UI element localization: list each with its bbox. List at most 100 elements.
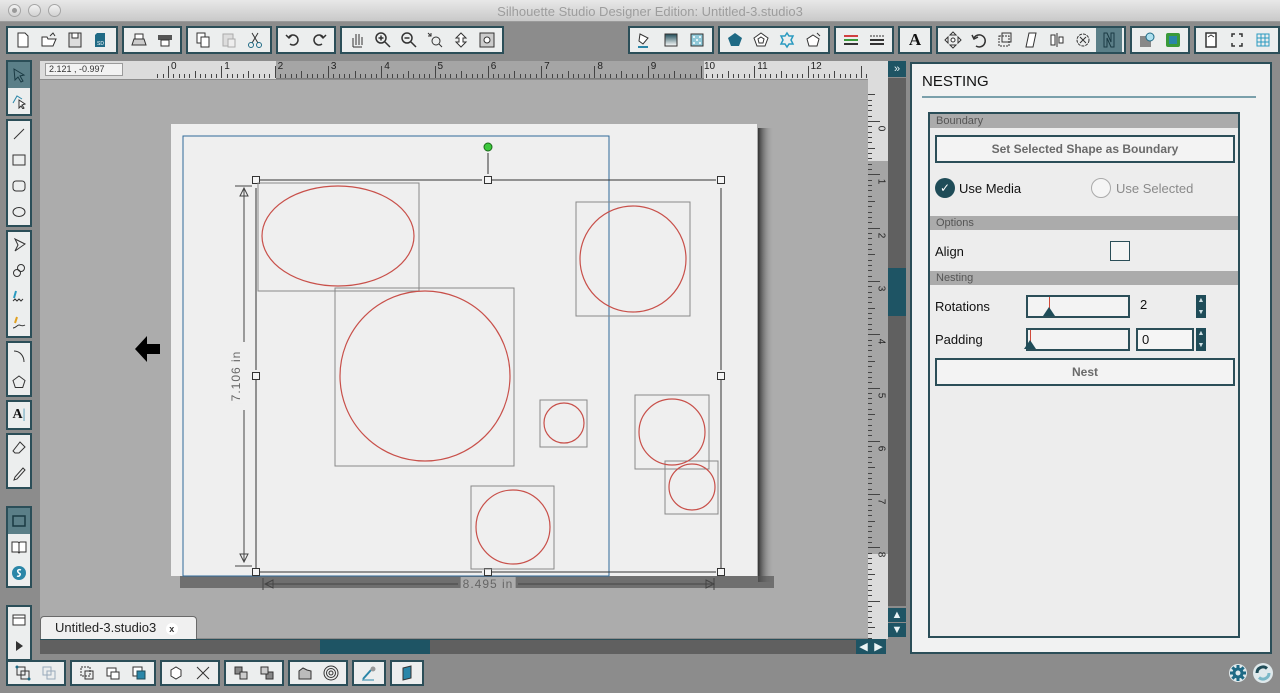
fill-gradient-icon[interactable]	[658, 28, 684, 52]
freehand-tool-icon[interactable]	[8, 284, 30, 310]
rotations-slider-thumb[interactable]	[1043, 307, 1055, 316]
scroll-right-button[interactable]: ▶	[871, 639, 886, 654]
set-boundary-button[interactable]: Set Selected Shape as Boundary	[935, 135, 1235, 163]
close-tab-icon[interactable]: x	[165, 623, 178, 635]
make-compound-icon[interactable]	[74, 661, 100, 685]
shape-style-icon[interactable]	[774, 28, 800, 52]
sync-icon[interactable]	[1252, 662, 1274, 684]
padding-stepper[interactable]: ▲ ▼	[1196, 328, 1206, 351]
line-tool-icon[interactable]	[8, 121, 30, 147]
rotations-slider[interactable]	[1026, 295, 1130, 318]
zoom-in-icon[interactable]	[370, 28, 396, 52]
horizontal-scroll-thumb[interactable]	[320, 640, 430, 654]
transform-icon[interactable]	[940, 28, 966, 52]
horizontal-scrollbar[interactable]	[40, 639, 856, 654]
vertical-scrollbar[interactable]	[888, 78, 906, 606]
replicate-icon[interactable]	[1070, 28, 1096, 52]
page-settings-icon[interactable]	[1198, 28, 1224, 52]
send-to-cutter-icon[interactable]	[152, 28, 178, 52]
resize-handle[interactable]	[484, 176, 492, 184]
fill-pattern-icon[interactable]	[684, 28, 710, 52]
fit-to-page-icon[interactable]	[474, 28, 500, 52]
rotations-field[interactable]: 2	[1136, 295, 1194, 318]
3d-object-icon[interactable]	[164, 661, 190, 685]
scroll-left-button[interactable]: ◀	[856, 639, 871, 654]
undo-icon[interactable]	[280, 28, 306, 52]
text-style-icon[interactable]: A	[902, 28, 928, 52]
padding-slider[interactable]	[1024, 328, 1130, 351]
zoom-out-icon[interactable]	[396, 28, 422, 52]
scale-icon[interactable]	[992, 28, 1018, 52]
resize-handle[interactable]	[252, 568, 260, 576]
resize-handle[interactable]	[717, 372, 725, 380]
point-edit-tool-icon[interactable]	[8, 88, 30, 114]
nesting-icon[interactable]	[1096, 28, 1122, 52]
redo-icon[interactable]	[306, 28, 332, 52]
rectangle-tool-icon[interactable]	[8, 147, 30, 173]
rounded-rectangle-tool-icon[interactable]	[8, 173, 30, 199]
play-icon[interactable]	[8, 633, 30, 659]
shear-icon[interactable]	[1018, 28, 1044, 52]
layer-icon[interactable]	[394, 661, 420, 685]
fill-color-icon[interactable]	[632, 28, 658, 52]
use-media-radio[interactable]: ✓	[935, 178, 955, 198]
print-icon[interactable]	[126, 28, 152, 52]
vertical-scroll-thumb[interactable]	[888, 268, 906, 316]
align-checkbox[interactable]	[1110, 241, 1130, 261]
new-document-icon[interactable]	[10, 28, 36, 52]
ellipse-tool-icon[interactable]	[8, 199, 30, 225]
select-tool-icon[interactable]	[8, 62, 30, 88]
design-view-icon[interactable]	[8, 508, 30, 534]
design-canvas[interactable]: 7.106 in 8.495 in	[40, 80, 868, 638]
open-file-icon[interactable]	[36, 28, 62, 52]
paste-icon[interactable]	[216, 28, 242, 52]
sketch-icon[interactable]	[356, 661, 382, 685]
library-icon[interactable]	[8, 534, 30, 560]
trace-icon[interactable]	[292, 661, 318, 685]
resize-handle[interactable]	[484, 568, 492, 576]
rotate-handle[interactable]	[483, 142, 493, 152]
padding-field[interactable]: 0	[1136, 328, 1194, 351]
send-backward-icon[interactable]	[254, 661, 280, 685]
rotate-icon[interactable]	[966, 28, 992, 52]
line-dash-icon[interactable]	[864, 28, 890, 52]
resize-handle[interactable]	[717, 176, 725, 184]
document-tab[interactable]: Untitled-3.studio3 x	[40, 616, 197, 639]
weld-icon[interactable]	[126, 661, 152, 685]
registration-marks-icon[interactable]	[1224, 28, 1250, 52]
save-icon[interactable]	[62, 28, 88, 52]
pan-hand-icon[interactable]	[344, 28, 370, 52]
window-icon[interactable]	[8, 607, 30, 633]
offset-icon[interactable]	[1160, 28, 1186, 52]
use-selected-radio[interactable]	[1091, 178, 1111, 198]
zoom-select-icon[interactable]	[422, 28, 448, 52]
knife-tool-icon[interactable]	[8, 461, 30, 487]
align-icon[interactable]	[1044, 28, 1070, 52]
offset-style-icon[interactable]	[800, 28, 826, 52]
bring-forward-icon[interactable]	[228, 661, 254, 685]
text-tool-icon[interactable]: A |	[8, 402, 30, 428]
group-icon[interactable]	[10, 661, 36, 685]
padding-slider-thumb[interactable]	[1024, 340, 1036, 349]
delete-icon[interactable]	[190, 661, 216, 685]
copy-icon[interactable]	[190, 28, 216, 52]
offset-rings-icon[interactable]	[318, 661, 344, 685]
scroll-up-button[interactable]: ▲	[888, 608, 906, 622]
zoom-drag-icon[interactable]	[448, 28, 474, 52]
regular-polygon-tool-icon[interactable]	[8, 369, 30, 395]
resize-handle[interactable]	[717, 568, 725, 576]
line-style-icon[interactable]	[748, 28, 774, 52]
online-store-icon[interactable]	[8, 560, 30, 586]
nest-button[interactable]: Nest	[935, 358, 1235, 386]
scroll-down-button[interactable]: ▼	[888, 623, 906, 637]
resize-handle[interactable]	[252, 372, 260, 380]
resize-handle[interactable]	[252, 176, 260, 184]
save-to-sd-icon[interactable]: SD	[88, 28, 114, 52]
settings-gear-icon[interactable]	[1228, 663, 1248, 683]
curve-tool-icon[interactable]	[8, 258, 30, 284]
polygon-tool-icon[interactable]	[8, 232, 30, 258]
expand-panel-button[interactable]: »	[888, 61, 906, 77]
grid-icon[interactable]	[1250, 28, 1276, 52]
cut-icon[interactable]	[242, 28, 268, 52]
smooth-freehand-tool-icon[interactable]	[8, 310, 30, 336]
